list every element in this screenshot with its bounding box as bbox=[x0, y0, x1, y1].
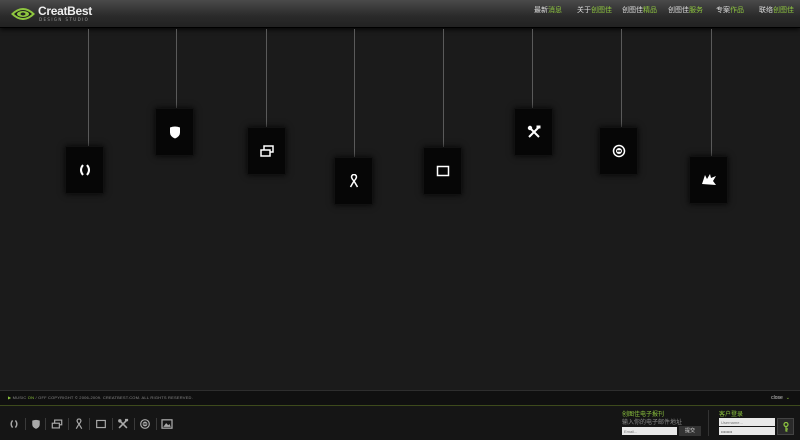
coin-icon bbox=[612, 144, 625, 158]
dock-code-button[interactable] bbox=[5, 417, 23, 431]
close-button[interactable]: close ⌄ bbox=[771, 395, 790, 401]
tools-icon bbox=[118, 418, 129, 429]
dock-ribbon-button[interactable] bbox=[70, 417, 88, 431]
nav-item-highlight: 消息 bbox=[548, 7, 562, 14]
hanging-card-window[interactable] bbox=[423, 147, 462, 195]
dock-separator bbox=[25, 418, 26, 430]
nav-item-news[interactable]: 最新消息 bbox=[534, 5, 562, 15]
nav-item-portfolio[interactable]: 专案作品 bbox=[716, 5, 744, 15]
nav-item-label: 专案 bbox=[716, 7, 730, 14]
card-string bbox=[443, 29, 444, 147]
card-string bbox=[711, 29, 712, 157]
shield-icon bbox=[32, 419, 40, 429]
nav-item-about[interactable]: 关于创图佳 bbox=[577, 5, 612, 15]
hanging-card-ribbon[interactable] bbox=[334, 157, 373, 205]
copyright-text: COPYRIGHT © 2006-2009. CREATBEST.COM. AL… bbox=[48, 395, 193, 400]
tools-icon bbox=[527, 125, 540, 138]
code-icon bbox=[10, 419, 18, 429]
dock-coin-button[interactable] bbox=[136, 417, 154, 431]
nav-item-label: 最新 bbox=[534, 7, 548, 14]
card-string bbox=[88, 29, 89, 147]
windows-icon bbox=[259, 145, 274, 157]
nav-item-products[interactable]: 创图佳精品 bbox=[622, 5, 657, 15]
code-icon bbox=[79, 164, 90, 176]
login-button[interactable] bbox=[777, 418, 794, 435]
nav-item-label: 创图佳 bbox=[668, 7, 689, 14]
nav-item-highlight: 创图佳 bbox=[773, 7, 794, 14]
window-icon bbox=[96, 419, 106, 429]
dock-separator bbox=[89, 418, 90, 430]
music-label: MUSIC bbox=[12, 395, 27, 400]
hanging-card-code[interactable] bbox=[65, 146, 104, 194]
hanging-card-coin[interactable] bbox=[599, 127, 638, 175]
nav-item-label: 关于 bbox=[577, 7, 591, 14]
dock-separator bbox=[112, 418, 113, 430]
dock-windows-button[interactable] bbox=[48, 417, 66, 431]
logo-tagline: DESIGN STUDIO bbox=[39, 17, 90, 22]
newsletter-description: 输入你的电子邮件地址 bbox=[622, 420, 683, 426]
card-string bbox=[354, 29, 355, 157]
login-title: 客户登录 bbox=[719, 412, 744, 418]
nav-item-label: 创图佳 bbox=[622, 7, 643, 14]
email-field[interactable] bbox=[622, 427, 677, 435]
close-label: close bbox=[771, 395, 783, 401]
nav-item-highlight: 精品 bbox=[643, 7, 657, 14]
card-string bbox=[532, 29, 533, 108]
music-toggle[interactable]: ▶ MUSIC ON / OFF bbox=[8, 395, 47, 400]
key-icon bbox=[782, 421, 789, 432]
music-on[interactable]: ON bbox=[28, 395, 34, 400]
nav-item-contact[interactable]: 联络创图佳 bbox=[759, 5, 794, 15]
nav-item-highlight: 服务 bbox=[689, 7, 703, 14]
ribbon-icon bbox=[75, 418, 83, 430]
coin-icon bbox=[140, 419, 150, 429]
username-field[interactable] bbox=[719, 418, 775, 426]
window-icon bbox=[436, 165, 449, 177]
page: CreatBest DESIGN STUDIO 最新消息 关于创图佳 创图佳精品… bbox=[0, 0, 800, 440]
logo[interactable]: CreatBest DESIGN STUDIO bbox=[10, 3, 100, 25]
header-bar: CreatBest DESIGN STUDIO 最新消息 关于创图佳 创图佳精品… bbox=[0, 0, 800, 28]
newsletter-subscribe: 创图佳电子报刊 输入你的电子邮件地址 提交 bbox=[622, 408, 702, 438]
card-string bbox=[176, 29, 177, 109]
dock-window-button[interactable] bbox=[92, 417, 110, 431]
submit-button[interactable]: 提交 bbox=[679, 426, 701, 436]
hanging-card-badge[interactable] bbox=[689, 156, 728, 204]
play-icon: ▶ bbox=[8, 395, 12, 400]
music-separator: / bbox=[35, 395, 37, 400]
dock-separator bbox=[68, 418, 69, 430]
hanging-card-shield[interactable] bbox=[155, 108, 194, 156]
dock-separator bbox=[156, 418, 157, 430]
nav-item-services[interactable]: 创图佳服务 bbox=[668, 5, 703, 15]
hanging-card-tools[interactable] bbox=[514, 108, 553, 156]
dock-tools-button[interactable] bbox=[114, 417, 132, 431]
dock-image-button[interactable] bbox=[158, 417, 176, 431]
footer-bar: ▶ MUSIC ON / OFF COPYRIGHT © 2006-2009. … bbox=[0, 390, 800, 406]
logo-eye-icon bbox=[11, 8, 35, 20]
badge-icon bbox=[701, 174, 716, 185]
ribbon-icon bbox=[349, 174, 358, 188]
logo-text: CreatBest bbox=[38, 4, 92, 18]
windows-icon bbox=[51, 419, 63, 429]
image-icon bbox=[161, 419, 173, 429]
dock-separator bbox=[134, 418, 135, 430]
card-string bbox=[266, 29, 267, 127]
hanging-card-windows[interactable] bbox=[247, 127, 286, 175]
card-string bbox=[621, 29, 622, 127]
nav-item-highlight: 创图佳 bbox=[591, 7, 612, 14]
shield-icon bbox=[169, 126, 180, 139]
dock-separator bbox=[45, 418, 46, 430]
chevron-down-icon: ⌄ bbox=[785, 395, 790, 401]
footer-divider bbox=[708, 410, 709, 436]
client-login: 客户登录 bbox=[717, 408, 795, 438]
nav-item-highlight: 作品 bbox=[730, 7, 744, 14]
music-off[interactable]: OFF bbox=[38, 395, 47, 400]
nav-item-label: 联络 bbox=[759, 7, 773, 14]
password-field[interactable] bbox=[719, 427, 775, 435]
dock-shield-button[interactable] bbox=[27, 417, 45, 431]
